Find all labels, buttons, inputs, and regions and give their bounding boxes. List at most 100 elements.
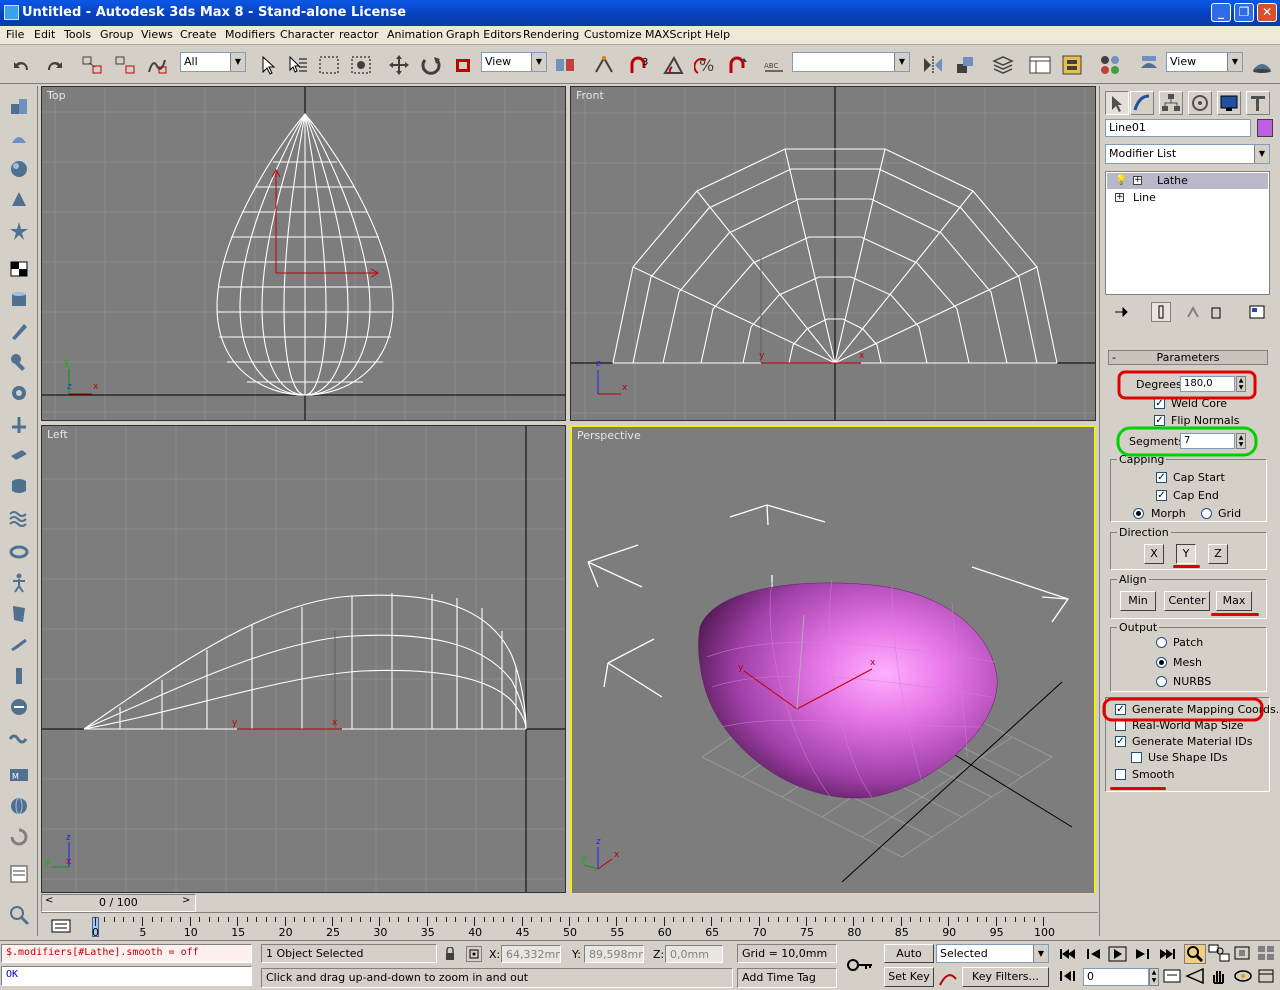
absolute-mode-icon[interactable]	[466, 946, 482, 962]
default-tangent-icon[interactable]	[938, 969, 958, 987]
render-scene-icon[interactable]	[1137, 54, 1161, 76]
zoom-viewport-icon[interactable]	[1184, 944, 1206, 964]
reference-coordinate-dropdown[interactable]: View ▼	[481, 52, 547, 72]
go-to-start-icon[interactable]	[1057, 945, 1079, 965]
flip-normals-checkbox[interactable]: ✓	[1154, 415, 1165, 426]
key-mode-toggle-icon[interactable]	[1057, 967, 1079, 987]
stack-item-line[interactable]: + Line	[1107, 190, 1268, 206]
remove-modifier-icon[interactable]	[1208, 305, 1224, 322]
mesh-radio[interactable]	[1156, 657, 1167, 668]
pan-hand-icon[interactable]	[1208, 967, 1230, 987]
z-coord-field[interactable]: 0,0mm	[665, 945, 723, 963]
schematic-view-icon[interactable]	[1060, 54, 1084, 76]
cloth-icon[interactable]	[8, 603, 30, 625]
viewport-perspective[interactable]: Perspective y x z y x	[570, 425, 1096, 895]
expand-icon[interactable]: +	[1133, 176, 1142, 185]
degrees-spinner[interactable]: ▲ ▼	[1236, 376, 1246, 392]
minimize-button[interactable]: _	[1211, 3, 1231, 22]
bones-icon[interactable]	[8, 634, 30, 656]
gear-icon[interactable]	[8, 382, 30, 404]
rectangular-selection-icon[interactable]	[317, 54, 341, 76]
snap-toggle-icon[interactable]: 3	[627, 54, 651, 76]
curve-editor-icon[interactable]	[1028, 54, 1052, 76]
swirl-icon[interactable]	[8, 826, 30, 848]
segments-input[interactable]: 7	[1180, 433, 1235, 449]
lock-icon[interactable]	[443, 946, 457, 961]
tab-create[interactable]	[1105, 91, 1129, 115]
direction-y-button[interactable]: Y	[1176, 544, 1196, 564]
time-slider-next[interactable]: >	[182, 895, 190, 906]
select-by-name-icon[interactable]	[285, 54, 309, 76]
viewport-front[interactable]: Front y x z x	[570, 86, 1096, 421]
go-to-end-icon[interactable]	[1156, 945, 1178, 965]
window-crossing-icon[interactable]	[349, 54, 373, 76]
lightbulb-icon[interactable]: 💡	[1115, 175, 1127, 186]
viewport-top[interactable]: Top y x	[41, 86, 566, 421]
previous-frame-icon[interactable]	[1083, 945, 1105, 965]
expand-icon[interactable]: +	[1115, 193, 1124, 202]
set-key-button[interactable]: Set Key	[884, 967, 934, 987]
field-of-view-icon[interactable]	[1184, 967, 1206, 987]
x-coord-field[interactable]: 64,332mm	[501, 945, 561, 963]
star-icon[interactable]	[8, 220, 30, 242]
align-icon[interactable]	[953, 54, 977, 76]
segments-spinner[interactable]: ▲ ▼	[1236, 433, 1246, 449]
zoom-icon[interactable]	[8, 904, 30, 926]
nurbs-radio[interactable]	[1156, 676, 1167, 687]
key-mode-dropdown[interactable]: Selected ▼	[936, 944, 1049, 963]
time-slider-prev[interactable]: <	[45, 895, 53, 906]
edit-named-selection-icon[interactable]: ABC	[762, 54, 786, 76]
real-world-checkbox[interactable]	[1115, 720, 1126, 731]
helper-icon[interactable]	[8, 413, 30, 435]
direction-x-button[interactable]: X	[1144, 544, 1164, 564]
tab-motion[interactable]	[1188, 91, 1212, 115]
grid-radio[interactable]	[1201, 508, 1212, 519]
mxs-icon[interactable]: M	[8, 764, 30, 786]
viewport-left[interactable]: Left y x z y x	[41, 425, 566, 893]
menu-graph-editors[interactable]: Graph Editors	[446, 28, 522, 41]
zoom-all-icon[interactable]	[1208, 944, 1230, 964]
cap-end-checkbox[interactable]: ✓	[1156, 490, 1167, 501]
close-button[interactable]: ✕	[1257, 3, 1277, 22]
menu-rendering[interactable]: Rendering	[523, 28, 579, 41]
menu-tools[interactable]: Tools	[64, 28, 91, 41]
modifier-list-dropdown[interactable]: Modifier List ▼	[1105, 144, 1270, 164]
patch-radio[interactable]	[1156, 637, 1167, 648]
layer-manager-icon[interactable]	[991, 54, 1015, 76]
menu-character[interactable]: Character	[280, 28, 334, 41]
make-unique-icon[interactable]	[1185, 305, 1201, 322]
menu-reactor[interactable]: reactor	[339, 28, 378, 41]
physique-icon[interactable]	[8, 696, 30, 718]
align-max-button[interactable]: Max	[1216, 591, 1252, 611]
morph-radio[interactable]	[1133, 508, 1144, 519]
named-selection-dropdown[interactable]: ▼	[792, 52, 910, 72]
auto-key-button[interactable]: Auto Key	[884, 944, 934, 978]
object-name-input[interactable]: Line01	[1105, 119, 1251, 137]
align-center-button[interactable]: Center	[1164, 591, 1210, 611]
globe-icon[interactable]	[8, 795, 30, 817]
bind-space-warp-icon[interactable]	[145, 54, 169, 76]
menu-create[interactable]: Create	[180, 28, 217, 41]
select-and-rotate-icon[interactable]	[419, 54, 443, 76]
smooth-checkbox[interactable]	[1115, 769, 1126, 780]
degrees-input[interactable]: 180,0	[1180, 376, 1235, 392]
select-object-icon[interactable]	[255, 54, 279, 76]
direction-z-button[interactable]: Z	[1208, 544, 1228, 564]
select-and-scale-icon[interactable]	[451, 54, 475, 76]
configure-modifier-sets-icon[interactable]	[1249, 305, 1265, 322]
generate-material-ids-checkbox[interactable]: ✓	[1115, 736, 1126, 747]
object-color-swatch[interactable]	[1257, 119, 1273, 137]
wave-icon[interactable]	[8, 506, 30, 528]
time-configuration-icon[interactable]	[1161, 967, 1183, 987]
skin-icon[interactable]	[8, 665, 30, 687]
maximize-button[interactable]: ❐	[1234, 3, 1254, 22]
menu-file[interactable]: File	[6, 28, 24, 41]
rope-icon[interactable]	[8, 727, 30, 749]
menu-animation[interactable]: Animation	[387, 28, 443, 41]
cone-icon[interactable]	[8, 189, 30, 211]
current-frame-field[interactable]: 0	[1083, 968, 1149, 986]
percent-snap-icon[interactable]: %	[693, 54, 718, 76]
pivot-center-icon[interactable]	[553, 54, 577, 76]
y-coord-field[interactable]: 89,598mm	[584, 945, 644, 963]
sphere-icon[interactable]	[8, 158, 30, 180]
